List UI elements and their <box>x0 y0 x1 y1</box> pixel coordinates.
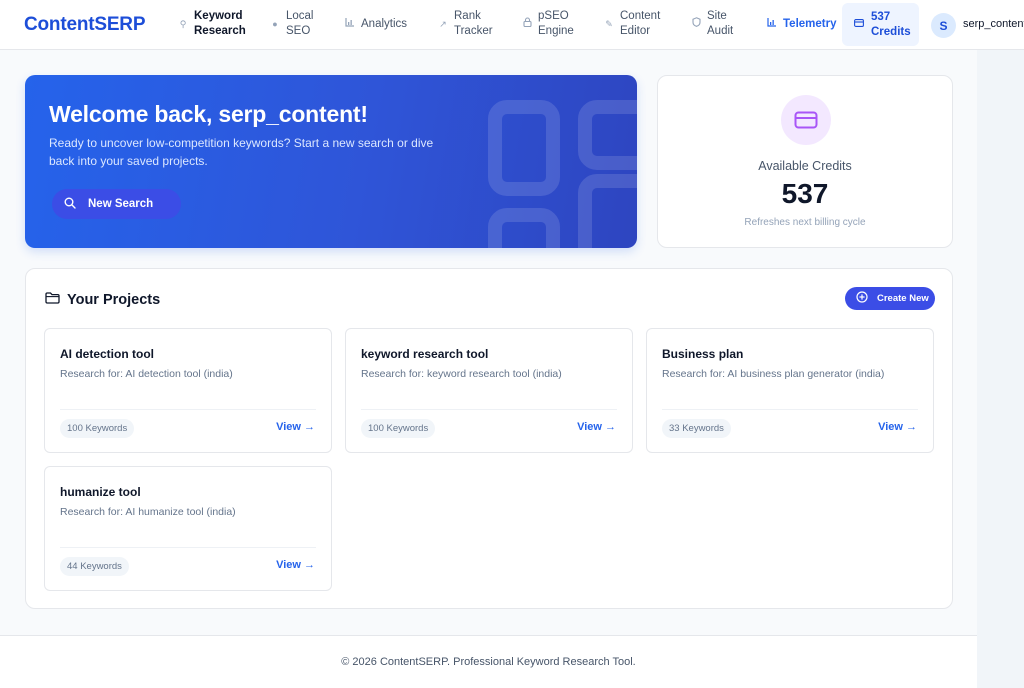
pin-icon: ● <box>272 18 278 29</box>
welcome-title: Welcome back, serp_content! <box>49 101 368 127</box>
project-card[interactable]: Business plan Research for: AI business … <box>646 328 934 453</box>
project-research: Research for: keyword research tool (ind… <box>361 368 562 380</box>
create-new-button[interactable]: Create New <box>845 287 935 310</box>
nav-keyword-research[interactable]: ⚲ Keyword Research <box>178 9 246 39</box>
scroll-gutter <box>977 0 1024 688</box>
nav-analytics[interactable]: Analytics <box>345 17 407 32</box>
top-navbar: ContentSERP ⚲ Keyword Research ● Local SEO… <box>0 0 1024 50</box>
create-new-label: Create New <box>877 293 929 304</box>
card-divider <box>361 409 617 410</box>
keyword-count-badge: 33 Keywords <box>662 419 731 438</box>
new-search-label: New Search <box>88 198 154 210</box>
view-link[interactable]: View → <box>577 421 616 433</box>
nav-label: Local SEO <box>286 10 314 37</box>
shield-icon <box>691 16 701 32</box>
project-name: AI detection tool <box>60 347 154 361</box>
folder-icon <box>45 292 60 308</box>
credit-card-icon <box>781 95 831 145</box>
footer: © 2026 ContentSERP. Professional Keyword… <box>0 635 977 688</box>
view-link[interactable]: View → <box>276 559 315 571</box>
bar-chart-icon <box>767 17 777 32</box>
projects-title: Your Projects <box>67 292 161 308</box>
pencil-icon: ✎ <box>605 18 613 29</box>
search-icon: ⚲ <box>179 18 187 29</box>
nav-label: Telemetry <box>783 18 837 30</box>
view-link[interactable]: View → <box>878 421 917 433</box>
credits-pill-label: 537 Credits <box>871 10 911 38</box>
bar-chart-icon <box>345 17 355 32</box>
project-card[interactable]: humanize tool Research for: AI humanize … <box>44 466 332 591</box>
nav-local-seo[interactable]: ● Local SEO <box>270 9 314 39</box>
credits-note: Refreshes next billing cycle <box>744 217 866 228</box>
avatar[interactable]: S <box>931 13 956 38</box>
nav-telemetry[interactable]: Telemetry <box>767 17 836 32</box>
card-divider <box>60 547 316 548</box>
credits-pill[interactable]: 537 Credits <box>842 3 919 46</box>
nav-label: Rank Tracker <box>454 10 493 37</box>
username[interactable]: serp_content <box>963 18 1024 30</box>
projects-panel: Your Projects Create New AI detection to… <box>25 268 953 609</box>
new-search-button[interactable]: New Search <box>52 189 181 219</box>
keyword-count-badge: 100 Keywords <box>361 419 436 438</box>
nav-pseo-engine[interactable]: pSEO Engine <box>522 9 574 39</box>
trend-icon: ↗ <box>439 18 447 29</box>
search-icon <box>64 197 76 212</box>
credits-value: 537 <box>781 178 829 209</box>
project-research: Research for: AI humanize tool (india) <box>60 506 236 518</box>
credits-label: Available Credits <box>758 159 852 173</box>
nav-label: Analytics <box>361 18 408 30</box>
project-name: Business plan <box>662 347 744 361</box>
view-link[interactable]: View → <box>276 421 315 433</box>
app-logo[interactable]: ContentSERP <box>24 14 146 36</box>
projects-header: Your Projects <box>45 292 160 308</box>
welcome-subtitle: Ready to uncover low-competition keyword… <box>49 136 434 168</box>
card-divider <box>662 409 918 410</box>
nav-label: Site Audit <box>707 10 734 37</box>
project-name: keyword research tool <box>361 347 489 361</box>
nav-label: Content Editor <box>620 10 661 37</box>
card-divider <box>60 409 316 410</box>
credit-card-icon <box>854 17 864 32</box>
nav-rank-tracker[interactable]: ↗ Rank Tracker <box>438 9 493 39</box>
project-research: Research for: AI business plan generator… <box>662 368 885 380</box>
footer-text: © 2026 ContentSERP. Professional Keyword… <box>341 656 636 668</box>
plus-circle-icon <box>856 291 868 306</box>
nav-content-editor[interactable]: ✎ Content Editor <box>604 9 660 39</box>
welcome-banner: Welcome back, serp_content! Ready to unc… <box>25 75 637 248</box>
nav-label: pSEO Engine <box>538 10 574 37</box>
keyword-count-badge: 44 Keywords <box>60 557 129 576</box>
project-research: Research for: AI detection tool (india) <box>60 368 233 380</box>
grid-decoration-icon <box>488 100 637 248</box>
available-credits-card: Available Credits 537 Refreshes next bil… <box>657 75 953 248</box>
project-name: humanize tool <box>60 485 141 499</box>
nav-site-audit[interactable]: Site Audit <box>691 9 733 39</box>
keyword-count-badge: 100 Keywords <box>60 419 135 438</box>
lock-icon <box>522 16 532 32</box>
nav-label: Keyword Research <box>194 10 246 37</box>
project-card[interactable]: AI detection tool Research for: AI detec… <box>44 328 332 453</box>
project-card[interactable]: keyword research tool Research for: keyw… <box>345 328 633 453</box>
